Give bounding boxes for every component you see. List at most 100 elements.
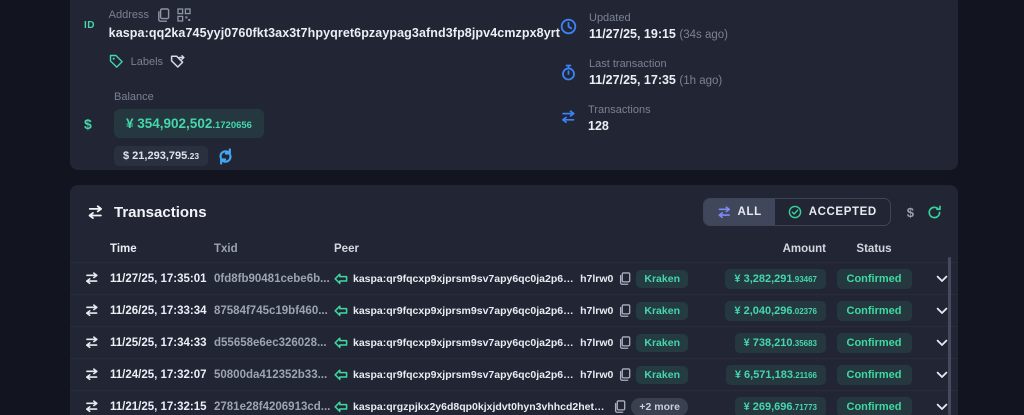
tx-filter-toggle: ALL ACCEPTED — [703, 198, 891, 226]
stopwatch-icon — [560, 58, 577, 87]
incoming-arrow-icon — [334, 369, 348, 381]
peer-address[interactable]: kaspa:qr9fqcxp9xjprsm9sv7apy6qc0ja2p676m… — [353, 369, 575, 381]
peer-suffix: h7lrw0 — [580, 273, 613, 285]
txid-cell[interactable]: 2781e28f4206913cd... — [214, 401, 334, 413]
table-row[interactable]: 11/25/25, 17:34:33 d55658e6ec326028... k… — [70, 326, 958, 358]
incoming-arrow-icon — [334, 305, 348, 317]
chevron-down-icon — [936, 371, 948, 379]
peer-address[interactable]: kaspa:qr9fqcxp9xjprsm9sv7apy6qc0ja2p676m… — [353, 273, 575, 285]
col-header-time: Time — [110, 243, 214, 255]
address-value[interactable]: kaspa:qq2ka745yyj0760fkt3ax3t7hpyqret6pz… — [109, 26, 560, 40]
refresh-button[interactable] — [927, 205, 942, 220]
txid-cell[interactable]: 0fd8fb90481cebe6b... — [214, 273, 334, 285]
status-badge: Confirmed — [837, 333, 912, 353]
amount-badge: ¥ 2,040,296.02376 — [725, 301, 826, 321]
peer-tag-badge[interactable]: Kraken — [636, 366, 688, 384]
incoming-arrow-icon — [334, 337, 348, 349]
edit-labels-icon[interactable] — [170, 54, 185, 69]
copy-address-icon[interactable] — [156, 8, 170, 22]
col-header-status: Status — [826, 243, 922, 255]
copy-peer-icon[interactable] — [618, 272, 631, 285]
usd-balance-main: $ 21,293,795 — [123, 150, 187, 162]
kas-balance-frac: .1720656 — [212, 120, 252, 131]
tx-count-value: 128 — [588, 119, 651, 133]
chevron-down-icon — [936, 403, 948, 411]
time-cell: 11/24/25, 17:32:07 — [110, 369, 214, 381]
tx-count-stat: Transactions 128 — [560, 104, 958, 133]
peer-suffix: h7lrw0 — [580, 369, 613, 381]
peer-tag-badge[interactable]: +2 more — [631, 398, 688, 415]
amount-main: ¥ 6,571,183 — [735, 369, 793, 381]
table-row[interactable]: 11/27/25, 17:35:01 0fd8fb90481cebe6b... … — [70, 262, 958, 294]
swap-icon — [560, 104, 576, 133]
address-block: ID Address kaspa:qq2ka745yyj0760fkt3ax3t… — [84, 8, 560, 81]
txid-cell[interactable]: 50800da412352b33... — [214, 369, 334, 381]
last-tx-ago: (1h ago) — [679, 75, 722, 87]
convert-currency-icon[interactable] — [217, 148, 234, 165]
txid-cell[interactable]: 87584f745c19bf460... — [214, 305, 334, 317]
peer-cell: kaspa:qr9fqcxp9xjprsm9sv7apy6qc0ja2p676m… — [334, 366, 688, 384]
balance-block: $ Balance ¥ 354,902,502.1720656 $ 21,293… — [84, 91, 560, 166]
filter-all-button[interactable]: ALL — [704, 199, 775, 225]
table-row[interactable]: 11/21/25, 17:32:15 2781e28f4206913cd... … — [70, 390, 958, 415]
filter-accepted-button[interactable]: ACCEPTED — [775, 199, 890, 225]
address-summary-card: ID Address kaspa:qq2ka745yyj0760fkt3ax3t… — [70, 0, 958, 170]
expand-row-button[interactable] — [922, 371, 948, 379]
peer-tag-badge[interactable]: Kraken — [636, 302, 688, 320]
status-badge: Confirmed — [837, 365, 912, 385]
last-transaction-stat: Last transaction 11/27/25, 17:35 (1h ago… — [560, 58, 958, 87]
chevron-down-icon — [936, 339, 948, 347]
peer-cell: kaspa:qr9fqcxp9xjprsm9sv7apy6qc0ja2p676m… — [334, 270, 688, 288]
qr-code-icon[interactable] — [177, 8, 191, 22]
amount-frac: .71773 — [793, 403, 817, 412]
expand-row-button[interactable] — [922, 275, 948, 283]
amount-main: ¥ 738,210 — [744, 337, 793, 349]
peer-address[interactable]: kaspa:qr9fqcxp9xjprsm9sv7apy6qc0ja2p676m… — [353, 337, 575, 349]
copy-peer-icon[interactable] — [613, 400, 626, 413]
labels-row: Labels — [109, 54, 560, 69]
amount-main: ¥ 3,282,291 — [734, 273, 792, 285]
updated-label: Updated — [589, 12, 728, 24]
copy-peer-icon[interactable] — [618, 336, 631, 349]
chevron-down-icon — [936, 307, 948, 315]
time-cell: 11/21/25, 17:32:15 — [110, 401, 214, 413]
copy-peer-icon[interactable] — [618, 304, 631, 317]
col-header-peer: Peer — [334, 243, 688, 255]
balance-label: Balance — [114, 91, 264, 103]
swap-icon — [84, 400, 99, 413]
dollar-icon: $ — [84, 94, 92, 166]
expand-row-button[interactable] — [922, 307, 948, 315]
swap-icon — [84, 368, 99, 381]
kas-balance-badge: ¥ 354,902,502.1720656 — [114, 109, 264, 138]
amount-frac: .02376 — [793, 307, 817, 316]
currency-toggle-button[interactable]: $ — [907, 205, 914, 220]
amount-badge: ¥ 738,210.35683 — [735, 333, 826, 353]
filter-accepted-label: ACCEPTED — [809, 206, 877, 218]
swap-icon — [84, 272, 99, 285]
col-header-amount: Amount — [688, 243, 826, 255]
expand-row-button[interactable] — [922, 403, 948, 411]
table-row[interactable]: 11/26/25, 17:33:34 87584f745c19bf460... … — [70, 294, 958, 326]
txid-cell[interactable]: d55658e6ec326028... — [214, 337, 334, 349]
expand-row-button[interactable] — [922, 339, 948, 347]
incoming-arrow-icon — [334, 401, 348, 413]
updated-ago: (34s ago) — [679, 29, 728, 41]
peer-tag-badge[interactable]: Kraken — [636, 334, 688, 352]
amount-badge: ¥ 3,282,291.93467 — [725, 269, 826, 289]
peer-cell: kaspa:qrgzpjkx2y6d8qp0kjxjdvt0hyn3vhhcd2… — [334, 398, 688, 415]
peer-address[interactable]: kaspa:qr9fqcxp9xjprsm9sv7apy6qc0ja2p676m… — [353, 305, 575, 317]
tag-icon — [109, 54, 124, 69]
table-row[interactable]: 11/24/25, 17:32:07 50800da412352b33... k… — [70, 358, 958, 390]
peer-address[interactable]: kaspa:qrgzpjkx2y6d8qp0kjxjdvt0hyn3vhhcd2… — [353, 401, 608, 413]
incoming-arrow-icon — [334, 273, 348, 285]
peer-suffix: h7lrw0 — [580, 337, 613, 349]
peer-cell: kaspa:qr9fqcxp9xjprsm9sv7apy6qc0ja2p676m… — [334, 334, 688, 352]
updated-value: 11/27/25, 19:15 — [589, 27, 676, 41]
swap-icon — [717, 206, 731, 219]
copy-peer-icon[interactable] — [618, 368, 631, 381]
check-circle-icon — [788, 205, 802, 219]
last-tx-label: Last transaction — [589, 58, 722, 70]
usd-balance-frac: .23 — [187, 151, 199, 161]
table-scrollbar[interactable] — [948, 257, 951, 415]
peer-tag-badge[interactable]: Kraken — [636, 270, 688, 288]
